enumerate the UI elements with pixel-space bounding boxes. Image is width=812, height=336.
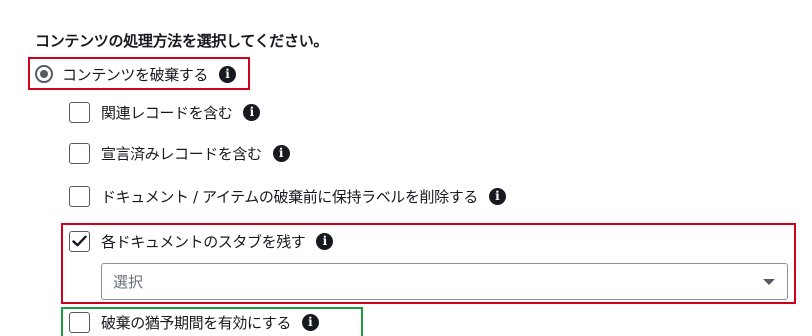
info-icon[interactable]: i [316,232,334,250]
select-placeholder: 選択 [113,273,144,291]
check-icon [72,235,87,247]
radio-button-selected[interactable] [35,65,53,83]
checkbox-include-declared-records[interactable] [69,142,90,164]
option-label: 宣言済みレコードを含む [101,144,262,163]
info-icon[interactable]: i [219,65,237,83]
info-icon[interactable]: i [272,144,290,162]
option-leave-stub[interactable]: 各ドキュメントのスタブを残す i [69,230,334,252]
option-remove-retention-label[interactable]: ドキュメント / アイテムの破棄前に保持ラベルを削除する i [69,185,506,207]
option-enable-grace-period[interactable]: 破棄の猶予期間を有効にする i [69,311,319,333]
option-include-declared-records[interactable]: 宣言済みレコードを含む i [69,142,290,164]
radio-dispose-content-label: コンテンツを破棄する [62,65,209,84]
radio-dispose-content[interactable]: コンテンツを破棄する i [35,63,237,85]
option-label: 関連レコードを含む [101,103,233,122]
info-icon[interactable]: i [301,313,319,331]
chevron-down-icon[interactable] [763,278,775,285]
info-icon[interactable]: i [488,187,506,205]
checkbox-enable-grace-period[interactable] [69,311,90,333]
disposal-options-panel: コンテンツの処理方法を選択してください。 コンテンツを破棄する i 関連レコード… [0,0,812,336]
option-label: ドキュメント / アイテムの破棄前に保持ラベルを削除する [101,187,478,206]
option-include-related-records[interactable]: 関連レコードを含む i [69,101,261,123]
option-label: 破棄の猶予期間を有効にする [101,313,291,332]
checkbox-include-related-records[interactable] [69,101,90,123]
checkbox-leave-stub[interactable] [69,230,90,252]
option-label: 各ドキュメントのスタブを残す [101,232,306,251]
stub-select-dropdown[interactable]: 選択 [101,263,788,300]
section-heading: コンテンツの処理方法を選択してください。 [35,32,329,50]
checkbox-remove-retention-label[interactable] [69,185,90,207]
info-icon[interactable]: i [243,103,261,121]
